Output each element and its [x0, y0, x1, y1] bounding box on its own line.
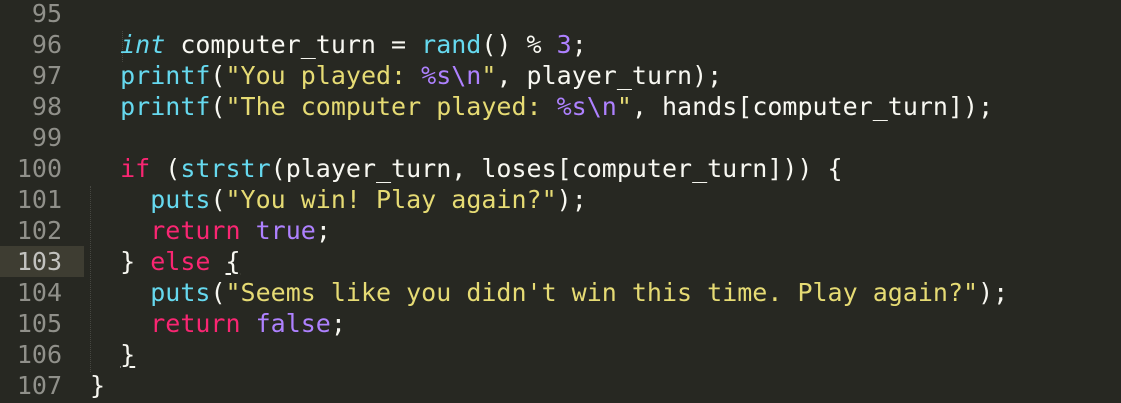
line-number[interactable]: 99: [0, 122, 84, 153]
line-number[interactable]: 97: [0, 60, 84, 91]
code-token: rand: [421, 30, 482, 59]
code-token: , player_turn);: [496, 61, 723, 90]
code-token: }: [90, 371, 106, 400]
code-token: ": [481, 61, 497, 90]
code-token: (player_turn, loses[computer_turn])) {: [270, 154, 843, 183]
code-token: computer_turn =: [165, 30, 422, 59]
code-token: ;: [571, 30, 587, 59]
code-token: {: [225, 247, 241, 276]
code-token: (: [210, 278, 226, 307]
code-token: strstr: [180, 154, 271, 183]
line-number[interactable]: 102: [0, 215, 84, 246]
code-token: (: [210, 92, 226, 121]
code-token: return: [150, 216, 241, 245]
code-line[interactable]: }: [90, 339, 1121, 370]
code-token: (: [210, 61, 226, 90]
code-token: (: [150, 154, 181, 183]
code-token: , hands[computer_turn]);: [631, 92, 994, 121]
code-line[interactable]: if (strstr(player_turn, loses[computer_t…: [90, 153, 1121, 184]
code-token: return: [150, 309, 241, 338]
code-token: puts: [150, 278, 211, 307]
code-token: else: [150, 247, 211, 276]
code-token: true: [255, 216, 316, 245]
code-token: }: [90, 247, 151, 276]
line-number[interactable]: 104: [0, 277, 84, 308]
code-token: () %: [481, 30, 557, 59]
line-number[interactable]: 95: [0, 0, 84, 29]
code-area[interactable]: int computer_turn = rand() % 3; printf("…: [90, 0, 1121, 403]
code-token: ;: [315, 216, 331, 245]
line-number[interactable]: 100: [0, 153, 84, 184]
code-token: );: [978, 278, 1009, 307]
code-line[interactable]: puts("You win! Play again?");: [90, 184, 1121, 215]
code-token: "Seems like you didn't win this time. Pl…: [225, 278, 979, 307]
line-number[interactable]: 101: [0, 184, 84, 215]
code-editor[interactable]: 95 96 97 98 99 100 101 102 103 104 105 106 107 int c…: [0, 0, 1121, 403]
code-token: (: [210, 185, 226, 214]
code-line[interactable]: [90, 122, 1121, 153]
code-line[interactable]: } else {: [90, 246, 1121, 277]
code-token: %s\n: [421, 61, 482, 90]
code-token: "You win! Play again?": [225, 185, 557, 214]
code-token: "The computer played:: [225, 92, 557, 121]
code-line[interactable]: int computer_turn = rand() % 3;: [90, 29, 1121, 60]
line-number[interactable]: 103: [0, 246, 84, 277]
code-token: false: [255, 309, 331, 338]
code-token: printf: [120, 61, 211, 90]
code-line[interactable]: printf("The computer played: %s\n", hand…: [90, 91, 1121, 122]
code-token: ": [616, 92, 632, 121]
code-token: int: [120, 30, 166, 59]
code-token: %s\n: [556, 92, 617, 121]
code-line[interactable]: puts("Seems like you didn't win this tim…: [90, 277, 1121, 308]
code-token: }: [120, 340, 136, 369]
code-line[interactable]: printf("You played: %s\n", player_turn);: [90, 60, 1121, 91]
line-number[interactable]: 107: [0, 370, 84, 401]
line-number[interactable]: 106: [0, 339, 84, 370]
code-token: if: [120, 154, 151, 183]
line-number-gutter[interactable]: 95 96 97 98 99 100 101 102 103 104 105 106 107: [0, 0, 84, 403]
code-token: puts: [150, 185, 211, 214]
line-number[interactable]: 98: [0, 91, 84, 122]
code-token: );: [556, 185, 587, 214]
code-line[interactable]: return true;: [90, 215, 1121, 246]
code-line[interactable]: }: [90, 370, 1121, 401]
code-token: 3: [556, 30, 572, 59]
line-number[interactable]: 96: [0, 29, 84, 60]
code-line[interactable]: return false;: [90, 308, 1121, 339]
code-line[interactable]: [90, 0, 1121, 29]
code-token: printf: [120, 92, 211, 121]
code-token: "You played:: [225, 61, 422, 90]
line-number[interactable]: 105: [0, 308, 84, 339]
code-token: ;: [330, 309, 346, 338]
